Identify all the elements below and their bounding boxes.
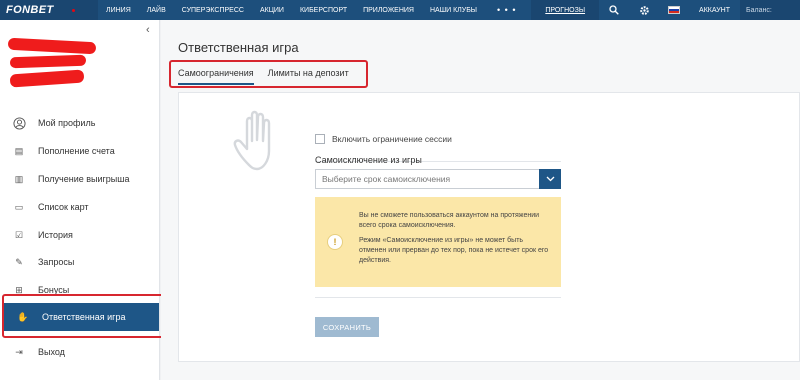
select-placeholder: Выберите срок самоисключения bbox=[322, 174, 451, 184]
sidebar-item-label: Выход bbox=[38, 347, 65, 357]
highlight-box-tabs bbox=[169, 60, 368, 88]
main-content: Ответственная игра Самоограничения Лимит… bbox=[161, 20, 800, 380]
sidebar-item-label: Пополнение счета bbox=[38, 146, 115, 156]
session-limit-checkbox[interactable] bbox=[315, 134, 325, 144]
stop-hand-icon bbox=[233, 110, 271, 171]
warning-text: Вы не сможете пользоваться аккаунтом на … bbox=[355, 197, 561, 287]
balance-label: Баланс: bbox=[740, 0, 800, 20]
self-exclusion-select[interactable]: Выберите срок самоисключения bbox=[315, 168, 561, 189]
warning-paragraph-2: Режим «Самоисключение из игры» не может … bbox=[359, 237, 549, 264]
highlight-box-sidebar bbox=[2, 294, 164, 338]
language-flag-icon[interactable] bbox=[659, 0, 689, 20]
logout-icon: ⇥ bbox=[15, 346, 23, 357]
sidebar-item-history[interactable]: ☑ История bbox=[0, 223, 160, 247]
warning-paragraph-1: Вы не сможете пользоваться аккаунтом на … bbox=[359, 212, 540, 229]
sidebar-item-deposit[interactable]: ▤ Пополнение счета bbox=[0, 139, 160, 163]
app-root: FONBET ЛИНИЯ ЛАЙВ СУПЕРЭКСПРЕСС АКЦИИ КИ… bbox=[0, 0, 800, 380]
page-title: Ответственная игра bbox=[178, 40, 299, 55]
sidebar-item-label: Запросы bbox=[38, 257, 75, 267]
right-nav: ПРОГНОЗЫ АККАУНТ Баланс: bbox=[531, 0, 800, 20]
account-link[interactable]: АККАУНТ bbox=[689, 7, 740, 14]
sidebar-item-withdraw[interactable]: ▥ Получение выигрыша bbox=[0, 167, 160, 191]
menu-item-kibersport[interactable]: КИБЕРСПОРТ bbox=[292, 7, 355, 14]
more-menu-button[interactable]: • • • bbox=[485, 5, 526, 15]
menu-item-superexpress[interactable]: СУПЕРЭКСПРЕСС bbox=[174, 7, 252, 14]
sidebar-item-cards[interactable]: ▭ Список карт bbox=[0, 195, 160, 219]
sidebar-item-label: Получение выигрыша bbox=[38, 174, 130, 184]
menu-item-prilozheniya[interactable]: ПРИЛОЖЕНИЯ bbox=[355, 7, 422, 14]
chevron-down-icon[interactable] bbox=[539, 168, 561, 189]
session-limit-label: Включить ограничение сессии bbox=[332, 134, 452, 144]
redacted-account-id bbox=[9, 69, 85, 88]
warning-icon: ! bbox=[327, 234, 343, 250]
menu-item-akcii[interactable]: АКЦИИ bbox=[252, 7, 292, 14]
save-button[interactable]: СОХРАНИТЬ bbox=[315, 317, 379, 337]
main-menu: ЛИНИЯ ЛАЙВ СУПЕРЭКСПРЕСС АКЦИИ КИБЕРСПОР… bbox=[98, 0, 526, 20]
sidebar-item-label: Список карт bbox=[38, 202, 89, 212]
logo-dot bbox=[71, 8, 75, 12]
fonbet-logo[interactable]: FONBET bbox=[0, 0, 98, 20]
settings-card: Включить ограничение сессии Самоисключен… bbox=[178, 92, 800, 362]
user-icon bbox=[12, 116, 26, 130]
menu-item-nashi-kluby[interactable]: НАШИ КЛУБЫ bbox=[422, 7, 485, 14]
card-icon: ▭ bbox=[14, 201, 24, 212]
deposit-icon: ▤ bbox=[14, 145, 24, 156]
menu-item-liniya[interactable]: ЛИНИЯ bbox=[98, 7, 139, 14]
sidebar-collapse-icon[interactable]: ‹ bbox=[146, 24, 150, 36]
search-icon[interactable] bbox=[599, 0, 629, 20]
top-navbar: FONBET ЛИНИЯ ЛАЙВ СУПЕРЭКСПРЕСС АКЦИИ КИ… bbox=[0, 0, 800, 20]
sidebar-item-label: Мой профиль bbox=[38, 118, 96, 128]
sidebar-item-profile[interactable]: Мой профиль bbox=[0, 111, 160, 135]
withdraw-icon: ▥ bbox=[14, 173, 24, 184]
history-icon: ☑ bbox=[14, 229, 24, 240]
sidebar-item-logout[interactable]: ⇥ Выход bbox=[0, 340, 160, 364]
warning-box: ! Вы не сможете пользоваться аккаунтом н… bbox=[315, 197, 561, 287]
divider bbox=[315, 297, 561, 298]
logo-text: FONBET bbox=[6, 4, 54, 16]
session-limit-row[interactable]: Включить ограничение сессии bbox=[315, 134, 452, 144]
warning-icon-wrap: ! bbox=[315, 197, 355, 287]
settings-gear-icon[interactable] bbox=[629, 0, 659, 20]
redacted-username bbox=[7, 37, 97, 55]
sidebar-item-label: История bbox=[38, 230, 73, 240]
prognozy-link[interactable]: ПРОГНОЗЫ bbox=[531, 0, 600, 20]
menu-item-layv[interactable]: ЛАЙВ bbox=[139, 7, 174, 14]
self-exclusion-label: Самоисключение из игры bbox=[315, 155, 422, 165]
redacted-username-2 bbox=[9, 54, 87, 69]
requests-icon: ✎ bbox=[15, 256, 23, 267]
sidebar: ‹ Мой профиль ▤ Пополнение счета ▥ Получ… bbox=[0, 20, 164, 380]
sidebar-item-requests[interactable]: ✎ Запросы bbox=[0, 250, 160, 274]
russian-flag bbox=[668, 6, 681, 14]
